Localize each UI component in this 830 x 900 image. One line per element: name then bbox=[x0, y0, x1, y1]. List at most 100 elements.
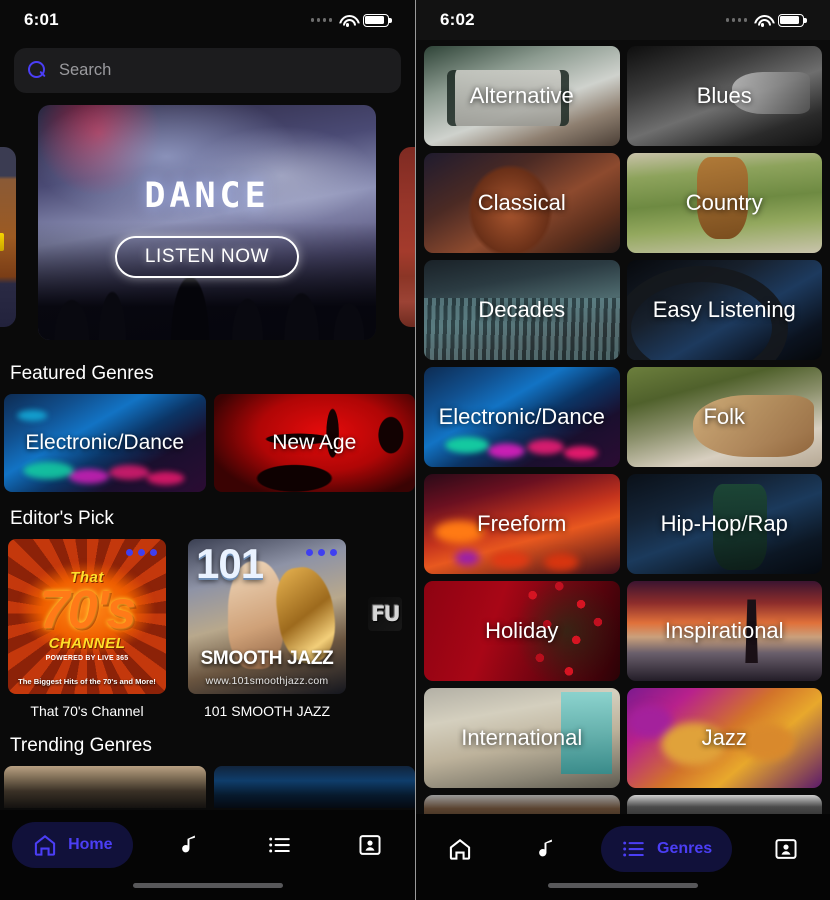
search-bar-container: Search bbox=[0, 40, 415, 93]
section-title-trending-genres: Trending Genres bbox=[10, 735, 152, 756]
genre-label: Blues bbox=[696, 83, 752, 108]
genre-label: Electronic/Dance bbox=[438, 404, 605, 429]
tab-genres[interactable] bbox=[247, 822, 313, 868]
art-number-101: 101 bbox=[196, 540, 264, 587]
genre-label: Country bbox=[685, 190, 763, 215]
editors-pick-row: That 70's CHANNEL POWERED BY LIVE 365 Th… bbox=[0, 539, 415, 719]
genre-label: Alternative bbox=[469, 83, 574, 108]
hero-title: DANCE bbox=[144, 176, 270, 217]
art-word-channel: CHANNEL bbox=[48, 635, 126, 652]
genre-card-alternative[interactable]: Alternative bbox=[424, 46, 620, 146]
home-indicator bbox=[548, 883, 698, 888]
tab-profile[interactable] bbox=[753, 826, 819, 872]
genre-card-country[interactable]: Country bbox=[626, 153, 822, 253]
art-tagline: The Biggest Hits of the 70's and More! bbox=[18, 677, 156, 686]
art-name-smooth-jazz: SMOOTH JAZZ bbox=[200, 648, 334, 669]
featured-genre-electronic-dance[interactable]: Electronic/Dance bbox=[4, 394, 206, 492]
genre-card-classical[interactable]: Classical bbox=[424, 153, 620, 253]
genre-card-folk[interactable]: Folk bbox=[626, 367, 822, 467]
album-art-101-smooth-jazz[interactable]: 101 SMOOTH JAZZ www.101smoothjazz.com bbox=[188, 539, 346, 694]
home-scroll-area[interactable]: Search DANCE LISTEN NOW Featured Genres … bbox=[0, 40, 415, 900]
editors-pick-label: That 70's Channel bbox=[30, 703, 144, 719]
tab-music[interactable] bbox=[514, 826, 580, 872]
dual-screenshot-container: 6:01 Search DANCE LISTEN NOW Featured Ge… bbox=[0, 0, 830, 900]
featured-genre-label: Electronic/Dance bbox=[25, 431, 185, 454]
trending-genres-row bbox=[0, 766, 415, 808]
genre-card-inspirational[interactable]: Inspirational bbox=[626, 581, 822, 681]
battery-icon bbox=[363, 13, 392, 27]
cellular-dots-icon bbox=[310, 18, 332, 22]
genre-card-blues[interactable]: Blues bbox=[626, 46, 822, 146]
genre-card-hip-hop-rap[interactable]: Hip-Hop/Rap bbox=[626, 474, 822, 574]
music-note-icon bbox=[181, 835, 195, 853]
hero-carousel[interactable]: DANCE LISTEN NOW bbox=[0, 105, 415, 347]
search-bar[interactable]: Search bbox=[14, 48, 401, 93]
tab-home[interactable]: Home bbox=[12, 822, 133, 868]
more-options-dots-icon[interactable] bbox=[306, 549, 337, 556]
editors-pick-label: 101 SMOOTH JAZZ bbox=[203, 703, 331, 719]
genre-label: Folk bbox=[703, 404, 746, 429]
list-icon bbox=[268, 837, 290, 853]
wifi-icon bbox=[754, 14, 771, 27]
search-input[interactable]: Search bbox=[59, 61, 111, 80]
genre-card-easy-listening[interactable]: Easy Listening bbox=[626, 260, 822, 360]
status-bar: 6:01 bbox=[0, 0, 415, 40]
album-art-70s-channel[interactable]: That 70's CHANNEL POWERED BY LIVE 365 Th… bbox=[8, 539, 166, 694]
genre-label: Freeform bbox=[477, 511, 567, 536]
trending-genre-card[interactable] bbox=[213, 766, 415, 808]
tab-genres[interactable]: Genres bbox=[601, 826, 733, 872]
phone-screen-home: 6:01 Search DANCE LISTEN NOW Featured Ge… bbox=[0, 0, 415, 900]
hero-peek-next[interactable] bbox=[399, 147, 415, 327]
status-bar-clock: 6:01 bbox=[24, 10, 59, 29]
genre-label: Holiday bbox=[485, 618, 559, 643]
featured-genre-label: New Age bbox=[272, 431, 357, 454]
genre-card-international[interactable]: International bbox=[424, 688, 620, 788]
phone-screen-genres: 6:02 Alternative Blues Classical Country… bbox=[415, 0, 830, 900]
music-note-icon bbox=[538, 839, 552, 857]
status-bar-indicators bbox=[310, 13, 392, 27]
wifi-icon bbox=[339, 14, 356, 27]
genre-card-freeform[interactable]: Freeform bbox=[424, 474, 620, 574]
profile-card-icon bbox=[359, 835, 381, 855]
genre-label: International bbox=[461, 725, 583, 750]
tab-home-label: Home bbox=[68, 836, 113, 853]
cellular-dots-icon bbox=[725, 18, 747, 22]
hero-peek-previous[interactable] bbox=[0, 147, 16, 327]
hero-content: DANCE LISTEN NOW bbox=[38, 176, 376, 279]
genre-card-holiday[interactable]: Holiday bbox=[424, 581, 620, 681]
battery-icon bbox=[778, 13, 807, 27]
genres-grid[interactable]: Alternative Blues Classical Country Deca… bbox=[416, 40, 830, 829]
genre-label: Easy Listening bbox=[652, 297, 796, 322]
art-url: www.101smoothjazz.com bbox=[205, 675, 329, 687]
home-icon bbox=[34, 835, 56, 856]
featured-genres-row: Electronic/Dance New Age bbox=[0, 394, 415, 492]
tab-home[interactable] bbox=[427, 826, 493, 872]
status-bar-clock: 6:02 bbox=[440, 10, 475, 29]
more-options-dots-icon[interactable] bbox=[126, 549, 157, 556]
tab-music[interactable] bbox=[157, 822, 223, 868]
editors-pick-item-smooth-jazz[interactable]: 101 SMOOTH JAZZ www.101smoothjazz.com 10… bbox=[188, 539, 346, 719]
art-powered-by: POWERED BY LIVE 365 bbox=[45, 655, 129, 662]
genre-label: Decades bbox=[478, 297, 566, 322]
home-icon bbox=[449, 839, 470, 860]
genre-label: Classical bbox=[477, 190, 566, 215]
genre-card-decades[interactable]: Decades bbox=[424, 260, 620, 360]
genre-card-jazz[interactable]: Jazz bbox=[626, 688, 822, 788]
home-indicator bbox=[132, 883, 283, 888]
editors-pick-item-70s[interactable]: That 70's CHANNEL POWERED BY LIVE 365 Th… bbox=[8, 539, 166, 719]
listen-now-button[interactable]: LISTEN NOW bbox=[114, 236, 300, 279]
section-title-editors-pick: Editor's Pick bbox=[10, 508, 114, 529]
editors-pick-peek-next[interactable]: FU bbox=[368, 597, 402, 631]
art-number-70s: 70's bbox=[39, 580, 137, 640]
tab-profile[interactable] bbox=[337, 822, 403, 868]
genre-label: Jazz bbox=[701, 725, 747, 750]
genre-card-electronic-dance[interactable]: Electronic/Dance bbox=[424, 367, 620, 467]
featured-genre-new-age[interactable]: New Age bbox=[213, 394, 415, 492]
section-title-featured-genres: Featured Genres bbox=[10, 363, 154, 384]
hero-banner-dance[interactable]: DANCE LISTEN NOW bbox=[38, 105, 376, 340]
trending-genre-card[interactable] bbox=[4, 766, 206, 808]
tab-genres-label: Genres bbox=[657, 840, 713, 857]
genre-label: Hip-Hop/Rap bbox=[660, 511, 788, 536]
list-icon bbox=[623, 841, 644, 857]
status-bar-indicators bbox=[725, 13, 807, 27]
